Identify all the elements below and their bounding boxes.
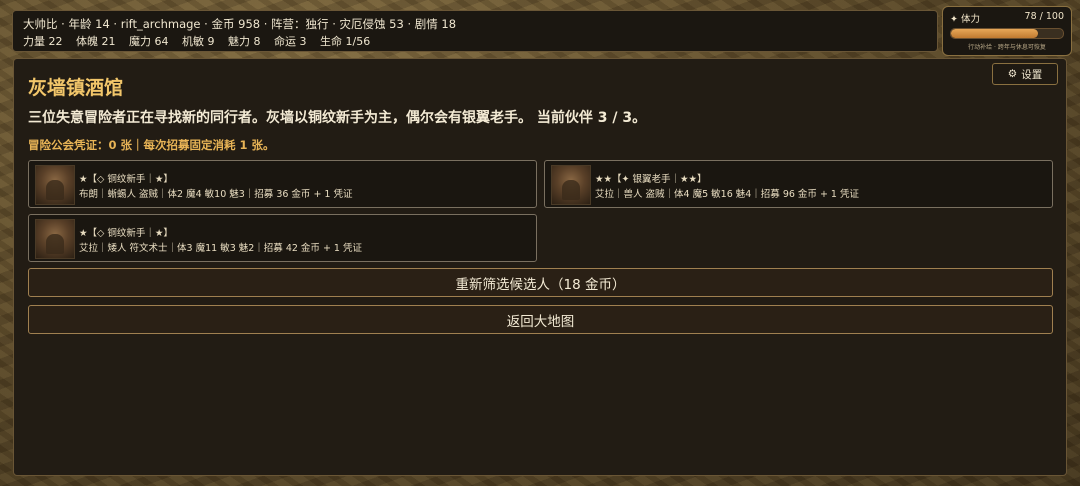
stamina-hint: 行动补给 · 跨年与休息可恢复 [968,44,1046,51]
candidate-info: 布朗｜蜥蜴人 盗贼｜体2 魔4 敏10 魅3｜招募 36 金币 + 1 凭证 [79,189,353,200]
stat-life: 生命 1/56 [320,35,371,48]
candidate-card[interactable]: ★【◇ 铜纹新手｜★】 艾拉｜矮人 符文术士｜体3 魔11 敏3 魅2｜招募 4… [28,214,537,262]
credential-info: 冒险公会凭证：0 张｜每次招募固定消耗 1 张。 [28,138,275,152]
candidate-info: 艾拉｜矮人 符文术士｜体3 魔11 敏3 魅2｜招募 42 金币 + 1 凭证 [79,243,362,254]
settings-label: 设置 [1021,68,1043,81]
page-title: 灰墙镇酒馆 [28,77,124,99]
stamina-value: 78 / 100 [1024,11,1064,22]
candidate-rank: ★【◇ 铜纹新手｜★】 [79,228,173,239]
stat-physique: 体魄 21 [76,35,116,48]
stamina-bar-fill [951,29,1039,38]
candidate-portrait [35,219,75,259]
stat-magic: 魔力 64 [129,35,169,48]
return-to-map-button[interactable]: 返回大地图 [28,305,1053,334]
tavern-panel: ⚙ 设置 灰墙镇酒馆 三位失意冒险者正在寻找新的同行者。灰墙以铜纹新手为主，偶尔… [13,58,1067,476]
stamina-label: ✦ 体力 [950,14,980,25]
candidate-portrait [35,165,75,205]
gear-icon: ⚙ [1007,68,1018,80]
tavern-description: 三位失意冒险者正在寻找新的同行者。灰墙以铜纹新手为主，偶尔会有银翼老手。 当前伙… [28,110,647,126]
stamina-bar [950,28,1064,39]
candidate-card[interactable]: ★★【✦ 银翼老手｜★★】 艾拉｜兽人 盗贼｜体4 魔5 敏16 魅4｜招募 9… [544,160,1053,208]
attribute-stats: 力量 22 体魄 21 魔力 64 机敏 9 魅力 8 命运 3 生命 1/56 [23,33,927,50]
status-bar: 大帅比 · 年龄 14 · rift_archmage · 金币 958 · 阵… [12,10,938,52]
candidate-card[interactable]: ★【◇ 铜纹新手｜★】 布朗｜蜥蜴人 盗贼｜体2 魔4 敏10 魅3｜招募 36… [28,160,537,208]
stamina-panel: ✦ 体力 78 / 100 行动补给 · 跨年与休息可恢复 [942,6,1072,56]
character-summary: 大帅比 · 年龄 14 · rift_archmage · 金币 958 · 阵… [23,17,457,31]
stat-agility: 机敏 9 [182,35,215,48]
stat-fate: 命运 3 [274,35,307,48]
stat-charm: 魅力 8 [228,35,261,48]
settings-button[interactable]: ⚙ 设置 [992,63,1058,85]
candidate-info: 艾拉｜兽人 盗贼｜体4 魔5 敏16 魅4｜招募 96 金币 + 1 凭证 [595,189,859,200]
reroll-candidates-button[interactable]: 重新筛选候选人（18 金币） [28,268,1053,297]
candidate-rank: ★【◇ 铜纹新手｜★】 [79,174,173,185]
candidate-portrait [551,165,591,205]
stat-strength: 力量 22 [23,35,63,48]
candidate-rank: ★★【✦ 银翼老手｜★★】 [595,174,707,185]
